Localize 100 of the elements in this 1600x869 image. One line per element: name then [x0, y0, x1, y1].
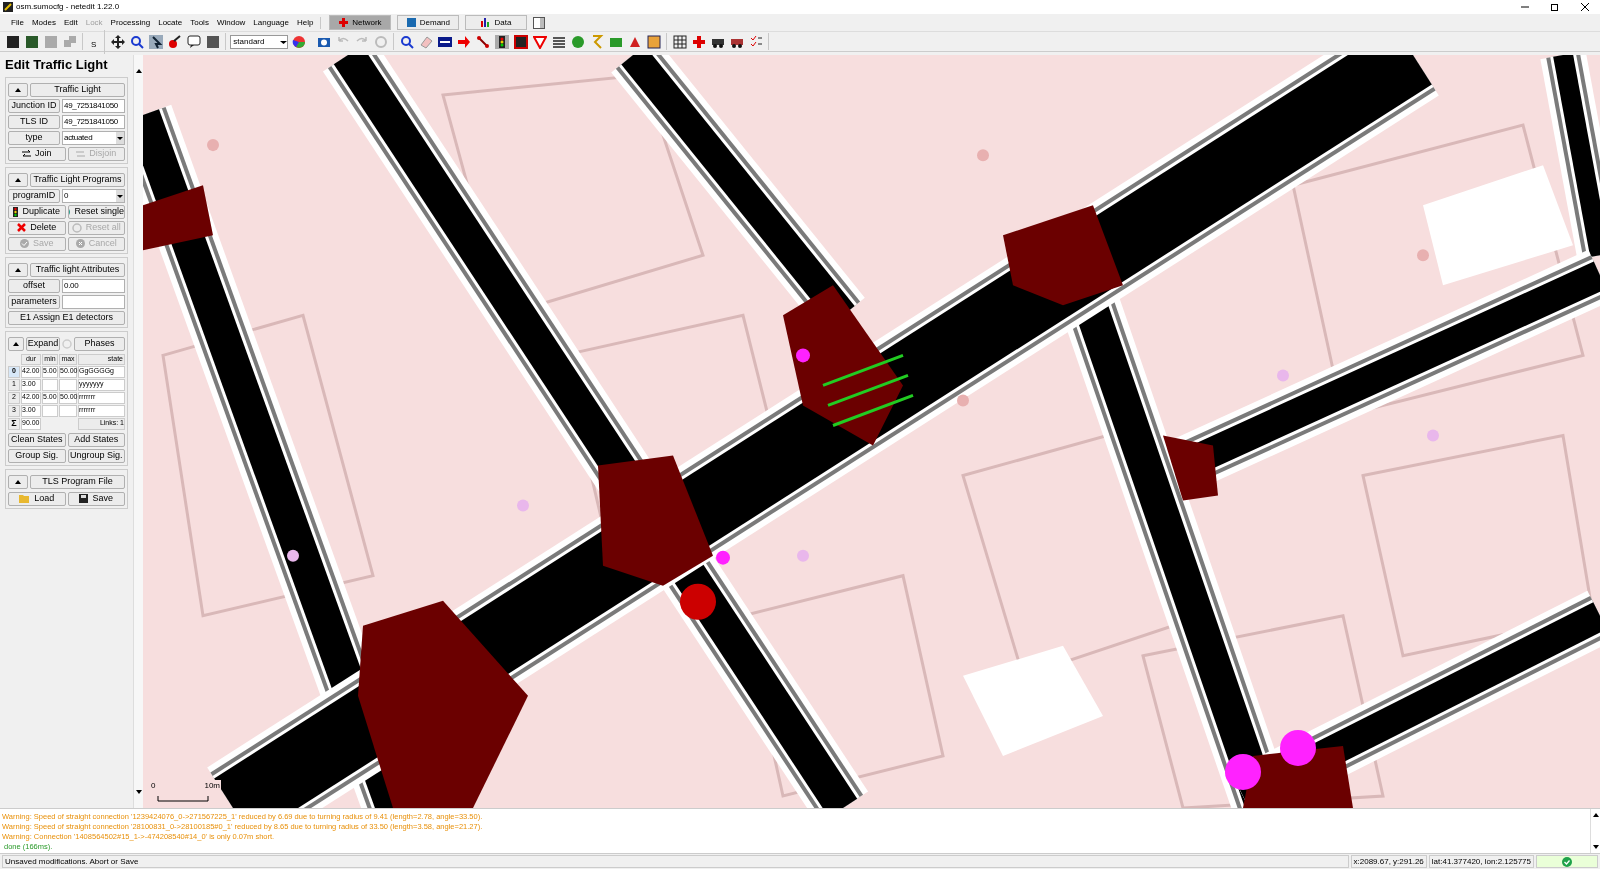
input-field[interactable]: 0.00	[62, 278, 125, 293]
scrollbar[interactable]	[1590, 809, 1600, 853]
scheme-dropdown[interactable]: standard	[230, 34, 289, 49]
section-header: Traffic light Attributes	[30, 262, 125, 277]
collapse-button[interactable]	[8, 262, 28, 277]
mode-tab[interactable]: Demand	[397, 15, 460, 30]
section-header: TLS Program File	[30, 474, 125, 489]
yield-icon[interactable]	[531, 33, 549, 50]
arrows-icon	[22, 149, 31, 158]
check-icon	[20, 239, 29, 248]
input-field[interactable]: 49_7251841050	[62, 98, 125, 113]
panel-button[interactable]: Delete	[8, 220, 66, 235]
window-toggle-icon[interactable]	[533, 16, 546, 29]
panel-button[interactable]: Clean States	[8, 432, 66, 447]
input-field[interactable]: 49_7251841050	[62, 114, 125, 129]
window-title: osm.sumocfg - netedit 1.22.0	[16, 1, 120, 13]
table-cell[interactable]	[59, 378, 77, 391]
panel-button[interactable]: Ungroup Sig.	[67, 448, 125, 463]
scroll-up-icon[interactable]	[135, 69, 142, 73]
panel-title: Edit Traffic Light	[5, 56, 109, 74]
plus-icon[interactable]	[690, 33, 708, 50]
expand-button[interactable]: Expand	[26, 336, 60, 351]
collapse-button[interactable]	[8, 336, 24, 351]
section-header: Traffic Light	[30, 82, 125, 97]
panel-button[interactable]: Join	[8, 146, 66, 161]
dropdown[interactable]: actuated	[62, 130, 125, 145]
table-cell[interactable]	[42, 404, 58, 417]
scroll-up-icon[interactable]	[1592, 813, 1599, 817]
collapse-button[interactable]	[8, 474, 28, 489]
toolbar-button[interactable]: S	[91, 39, 97, 49]
check-icon	[1562, 856, 1572, 867]
field-label: Junction ID	[8, 98, 60, 113]
select-icon[interactable]	[147, 33, 165, 50]
geo-coordinates: lat:41.377420, lon:2.125775	[1428, 855, 1534, 868]
decal-icon[interactable]	[645, 33, 663, 50]
close-icon[interactable]	[1581, 3, 1589, 11]
save-icon[interactable]	[4, 33, 21, 50]
table-cell[interactable]	[42, 378, 58, 391]
field-label: type	[8, 130, 60, 145]
scale-bar-icon	[157, 796, 209, 802]
save-as-icon[interactable]	[23, 33, 40, 50]
collapse-button[interactable]	[8, 82, 28, 97]
panel-button[interactable]: E1 Assign E1 detectors	[8, 310, 125, 325]
menu-item[interactable]: Processing	[107, 16, 154, 29]
menu-item[interactable]: Locate	[155, 16, 186, 29]
traffic-light-icon[interactable]	[493, 33, 511, 50]
road-network-drawing[interactable]	[143, 55, 1600, 808]
connection-icon[interactable]	[474, 33, 492, 50]
search-icon[interactable]	[128, 33, 146, 50]
mode-icon	[339, 18, 349, 27]
move-icon[interactable]	[109, 33, 127, 50]
mode-icon	[481, 18, 491, 27]
color-wheel-icon[interactable]	[290, 33, 308, 50]
mode-icon	[406, 18, 416, 27]
sum-symbol: Σ	[8, 417, 20, 430]
folder-icon	[19, 494, 31, 503]
scroll-down-icon[interactable]	[135, 790, 142, 794]
panel-button[interactable]: Save	[67, 491, 125, 506]
field-label: parameters	[8, 294, 60, 309]
collapse-icon	[15, 267, 21, 272]
grid-icon[interactable]	[671, 33, 689, 50]
field-label: programID	[8, 188, 60, 203]
scale-label: 0	[151, 780, 156, 792]
section-header: Traffic Light Programs	[30, 172, 125, 187]
mode-tab[interactable]: Data	[465, 15, 528, 30]
mode-tab[interactable]: Network	[329, 15, 392, 30]
scrollbar[interactable]	[133, 55, 143, 808]
arrows-icon	[76, 149, 86, 158]
menu-item[interactable]: Window	[213, 16, 249, 29]
input-field[interactable]	[62, 294, 125, 309]
dropdown[interactable]: 0	[62, 188, 125, 203]
cross-icon	[17, 223, 27, 232]
menu-item[interactable]: Help	[293, 16, 317, 29]
collapse-icon	[15, 177, 21, 182]
maximize-icon[interactable]	[1551, 3, 1559, 11]
scroll-down-icon[interactable]	[1592, 845, 1599, 849]
menu-item[interactable]: File	[8, 16, 27, 29]
status-message: Unsaved modifications. Abort or Save	[2, 855, 1349, 868]
menu-item[interactable]: Tools	[187, 16, 212, 29]
panel-button[interactable]: Reset single	[67, 204, 125, 219]
panel-button[interactable]: Duplicate	[8, 204, 66, 219]
menu-item[interactable]: Edit	[60, 16, 81, 29]
scale-label: 10m	[203, 780, 221, 792]
cancel-icon	[75, 239, 85, 248]
speech-bubble-icon[interactable]	[185, 33, 203, 50]
collapse-icon	[13, 341, 19, 346]
field-label: offset	[8, 278, 60, 293]
collapse-button[interactable]	[8, 172, 28, 187]
panel-button[interactable]: Add States	[67, 432, 125, 447]
minimize-icon[interactable]	[1521, 3, 1529, 11]
collapse-icon	[15, 479, 21, 484]
menu-item[interactable]: Modes	[28, 16, 59, 29]
panel-button[interactable]: Load	[8, 491, 66, 506]
collapse-icon	[15, 87, 21, 92]
menu-item[interactable]: Language	[250, 16, 292, 29]
table-cell[interactable]	[59, 404, 77, 417]
app-logo-icon	[3, 2, 13, 12]
panel-button[interactable]: Group Sig.	[8, 448, 66, 463]
traffic-light-icon	[13, 206, 19, 217]
search-icon[interactable]	[398, 33, 416, 50]
